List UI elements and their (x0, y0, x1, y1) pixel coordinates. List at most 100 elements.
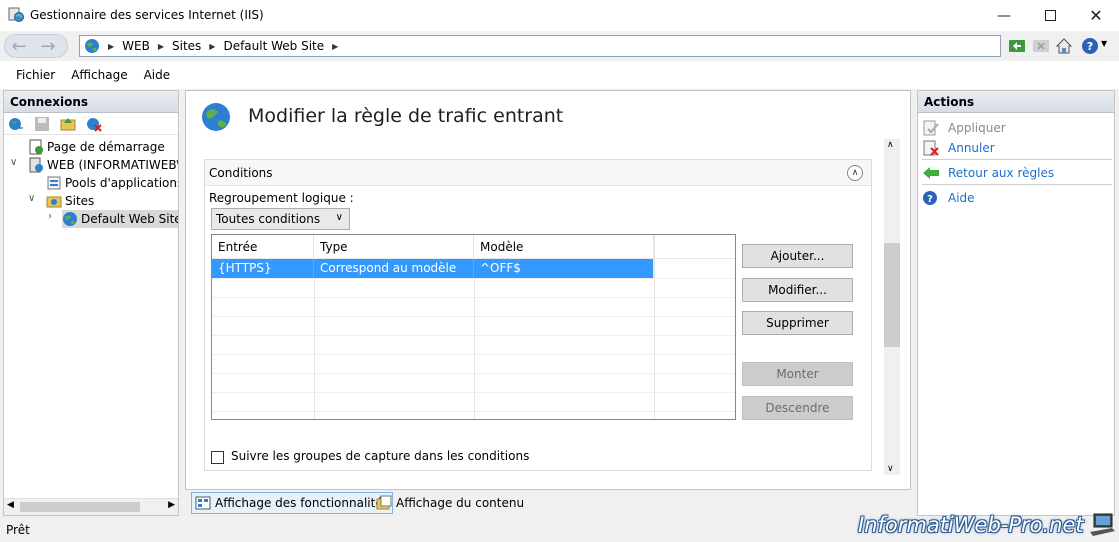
chevron-down-icon: ∨ (335, 212, 343, 223)
cancel-action[interactable]: Annuler (922, 140, 995, 156)
iis-app-icon (8, 7, 24, 22)
column-header-pattern[interactable]: Modèle (474, 235, 654, 259)
back-to-rules-label: Retour aux règles (948, 166, 1055, 180)
back-to-rules-action[interactable]: Retour aux règles (922, 165, 1054, 181)
forward-arrow-icon[interactable]: → (35, 35, 61, 57)
breadcrumb-web[interactable]: WEB (122, 39, 150, 53)
scroll-left-icon[interactable]: ◀ (7, 500, 14, 510)
content-view-icon (376, 495, 392, 510)
apply-action[interactable]: Appliquer (922, 120, 1006, 136)
breadcrumb-default-web-site[interactable]: Default Web Site (223, 39, 324, 53)
content-view-tab[interactable]: Affichage du contenu (373, 492, 527, 514)
breadcrumb-separator-icon: ▶ (108, 41, 115, 51)
grid-row-line (212, 278, 735, 279)
scroll-down-icon[interactable]: ∨ (887, 464, 894, 474)
tree-item-app-pools[interactable]: Pools d'applications (46, 174, 178, 192)
maximize-button[interactable] (1027, 0, 1073, 31)
table-row-pattern[interactable]: ^OFF$ (474, 259, 654, 278)
grid-row-line (212, 354, 735, 355)
column-header-input[interactable]: Entrée (212, 235, 314, 259)
expand-chevron-icon[interactable]: ∨ (28, 193, 35, 204)
actions-separator (922, 184, 1112, 185)
tree-label-default-web-site: Default Web Site (81, 212, 178, 226)
tree-item-start-page[interactable]: Page de démarrage (28, 138, 165, 156)
address-bar[interactable]: ▶ WEB ▶ Sites ▶ Default Web Site ▶ (79, 35, 1001, 57)
logical-grouping-label: Regroupement logique : (209, 191, 354, 205)
tree-item-server[interactable]: WEB (INFORMATIWEB\Ad (28, 156, 178, 174)
menu-view[interactable]: Affichage (63, 68, 135, 82)
connections-header: Connexions (4, 91, 178, 113)
track-capture-groups-label: Suivre les groupes de capture dans les c… (231, 449, 530, 463)
menu-file[interactable]: Fichier (8, 68, 63, 82)
up-level-icon[interactable] (60, 116, 76, 132)
actions-separator (922, 159, 1112, 160)
breadcrumb-separator-icon: ▶ (209, 41, 216, 51)
remove-condition-button[interactable]: Supprimer (742, 311, 853, 335)
close-window-button[interactable]: ✕ (1073, 0, 1119, 31)
help-label: Aide (948, 191, 975, 205)
conditions-title: Conditions (209, 166, 273, 180)
watermark: InformatiWeb-Pro.net (858, 513, 1084, 537)
table-row-type[interactable]: Correspond au modèle (314, 259, 474, 278)
save-icon[interactable] (34, 116, 50, 132)
help-icon: ? (923, 191, 937, 205)
help-dropdown-chevron-icon[interactable]: ▼ (1101, 39, 1107, 48)
refresh-icon[interactable] (1008, 37, 1026, 55)
disconnect-icon[interactable] (86, 116, 102, 132)
help-icon[interactable]: ? (1081, 37, 1099, 55)
cancel-label: Annuler (948, 141, 995, 155)
help-action[interactable]: ? Aide (922, 190, 975, 206)
track-capture-groups-checkbox[interactable] (211, 451, 224, 464)
home-icon[interactable] (1055, 37, 1073, 55)
grid-row-line (212, 411, 735, 412)
breadcrumb-sites[interactable]: Sites (172, 39, 201, 53)
column-header-type[interactable]: Type (314, 235, 474, 259)
vertical-scrollbar[interactable]: ∧ ∨ (884, 139, 900, 475)
table-row-input[interactable]: {HTTPS} (212, 259, 314, 278)
actions-pane: Actions Appliquer Annuler Retour aux règ… (917, 90, 1115, 516)
features-view-tab[interactable]: Affichage des fonctionnalités (191, 492, 393, 514)
tree-item-sites[interactable]: Sites (46, 192, 94, 210)
logical-grouping-select[interactable]: Toutes conditions ∨ (211, 208, 350, 230)
logical-grouping-value: Toutes conditions (216, 212, 321, 226)
breadcrumb-separator-icon: ▶ (332, 41, 339, 51)
grid-column-line (474, 278, 475, 419)
apply-label: Appliquer (948, 121, 1006, 135)
add-condition-button[interactable]: Ajouter... (742, 244, 853, 268)
feature-pane: Modifier la règle de trafic entrant ∧ ∨ … (185, 90, 911, 490)
expand-chevron-icon[interactable]: ∨ (10, 157, 17, 168)
move-up-button[interactable]: Monter (742, 362, 853, 386)
start-page-icon (29, 139, 43, 155)
scroll-right-icon[interactable]: ▶ (168, 500, 175, 510)
stop-icon[interactable] (1032, 37, 1050, 55)
scroll-up-icon[interactable]: ∧ (887, 140, 894, 150)
menu-help[interactable]: Aide (136, 68, 179, 82)
sites-folder-icon (46, 196, 62, 208)
scroll-thumb[interactable] (884, 243, 900, 347)
move-down-button[interactable]: Descendre (742, 396, 853, 420)
horizontal-scrollbar[interactable]: ◀ ▶ (4, 498, 178, 515)
collapse-chevron-icon[interactable]: › (48, 211, 52, 222)
tree-label-app-pools: Pools d'applications (65, 176, 178, 190)
collapse-section-icon[interactable]: ∧ (847, 165, 863, 181)
svg-text:?: ? (1087, 40, 1093, 53)
features-view-label: Affichage des fonctionnalités (215, 496, 389, 510)
tree-label-start-page: Page de démarrage (47, 140, 165, 154)
connections-tree: Page de démarrage ∨ WEB (INFORMATIWEB\Ad… (4, 135, 178, 495)
scroll-thumb[interactable] (20, 502, 140, 512)
edit-condition-button[interactable]: Modifier... (742, 278, 853, 302)
window-title: Gestionnaire des services Internet (IIS) (30, 8, 264, 22)
back-arrow-icon[interactable]: ← (6, 35, 32, 57)
address-row: ← → ▶ WEB ▶ Sites ▶ Default Web Site ▶ ?… (0, 31, 1119, 61)
connect-icon[interactable] (8, 116, 24, 132)
grid-row-line (212, 335, 735, 336)
minimize-button[interactable]: — (981, 0, 1027, 31)
grid-column-line (314, 278, 315, 419)
tree-label-sites: Sites (65, 194, 95, 208)
title-bar: Gestionnaire des services Internet (IIS)… (0, 0, 1119, 31)
tree-item-default-web-site[interactable]: Default Web Site (62, 210, 178, 228)
maximize-icon (1044, 10, 1056, 21)
laptop-logo-icon (1090, 513, 1115, 536)
page-globe-icon (202, 103, 230, 131)
svg-text:?: ? (927, 194, 933, 205)
